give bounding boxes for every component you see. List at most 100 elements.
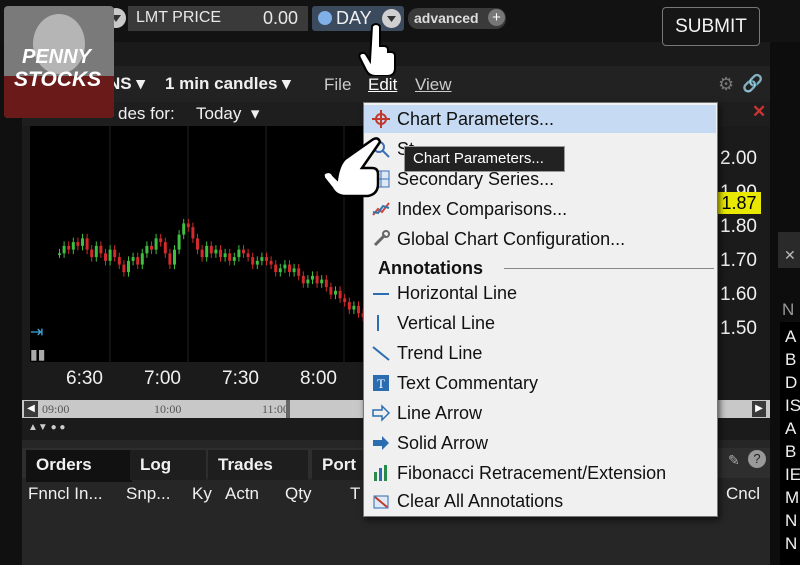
fibonacci-icon (372, 464, 390, 482)
column-header[interactable]: Cncl (726, 484, 760, 504)
column-header[interactable]: T (350, 484, 360, 504)
candle-body (94, 245, 98, 258)
panel-tools-icon[interactable]: ✎ (728, 452, 740, 469)
navigator-right-arrow[interactable]: ▶ (752, 401, 766, 417)
menu-item-chart-parameters[interactable]: Chart Parameters... (364, 105, 716, 133)
menu-item-label: Index Comparisons... (397, 199, 568, 219)
column-header[interactable]: Ky (192, 484, 212, 504)
candle-body (117, 257, 121, 265)
candle-body (343, 298, 347, 303)
advanced-button[interactable]: advanced + (408, 8, 506, 29)
advanced-label: advanced (414, 10, 479, 26)
menu-view[interactable]: View (415, 75, 452, 95)
menu-item-line-arrow[interactable]: Line Arrow (364, 399, 716, 427)
menu-item-solid-arrow[interactable]: Solid Arrow (364, 429, 716, 457)
candle-body (301, 275, 305, 284)
tab-label: Orders (36, 455, 92, 474)
menu-item-label: Text Commentary (397, 373, 539, 393)
menu-item-clear-all-annotations[interactable]: Clear All Annotations (364, 487, 716, 515)
candle-body (67, 245, 71, 250)
solid-arrow-icon (372, 434, 390, 452)
candle-body (154, 238, 158, 250)
candle-body (278, 268, 282, 273)
navigator-tick: 09:00 (42, 402, 70, 416)
column-header[interactable]: Actn (225, 484, 259, 504)
right-side-panel: ✕ N A B D IS A B IE M N N (770, 42, 800, 565)
tab-log[interactable]: Log (130, 450, 206, 480)
menu-item-text-commentary[interactable]: T Text Commentary (364, 369, 716, 397)
column-header[interactable]: Fnncl In... (28, 484, 103, 504)
column-header[interactable]: Qty (285, 484, 311, 504)
hand-cursor-large-icon (316, 132, 396, 213)
candle-body (283, 264, 287, 269)
menu-item-index-comparisons[interactable]: Index Comparisons... (364, 195, 716, 223)
menu-file[interactable]: File (324, 75, 351, 95)
candles-for-dropdown[interactable]: Today ▾ (196, 104, 259, 124)
candle-body (223, 253, 227, 258)
right-letter: B (785, 442, 797, 461)
tab-orders[interactable]: Orders (26, 450, 132, 482)
candle-body (62, 245, 66, 254)
crosshair-icon (372, 110, 390, 128)
candle-body (357, 305, 360, 314)
right-panel-close-icon[interactable]: ✕ (784, 247, 796, 264)
tab-label: Trades (218, 455, 273, 474)
interval-dropdown[interactable]: 1 min candles ▾ (165, 74, 291, 94)
right-letter: B (785, 350, 797, 369)
y-tick: 1.80 (720, 216, 757, 237)
candle-body (306, 279, 310, 284)
navigator-tick: 11:00 (262, 402, 289, 416)
interval-label: 1 min candles (165, 74, 278, 93)
menu-item-label: Vertical Line (397, 313, 496, 333)
candle-body (228, 253, 232, 261)
menu-item-fibonacci[interactable]: Fibonacci Retracement/Extension (364, 459, 716, 487)
submit-button[interactable]: SUBMIT (662, 7, 760, 46)
help-icon[interactable]: ? (748, 450, 766, 468)
zoom-controls[interactable]: ▲▼ ● ● (28, 422, 65, 433)
link-icon[interactable]: 🔗 (742, 74, 763, 94)
menu-item-label: Secondary Series... (397, 169, 555, 189)
navigator-handle[interactable] (286, 400, 290, 418)
candle-body (219, 249, 222, 258)
candle-body (292, 268, 296, 273)
candles-for-label: des for: (118, 104, 175, 123)
price-value[interactable]: 0.00 (263, 8, 298, 29)
candle-body (315, 275, 319, 284)
candle-body (108, 249, 112, 261)
candle-body (99, 245, 103, 254)
volume-tool-icon[interactable]: ▮▮ (30, 346, 45, 363)
candle-body (127, 260, 130, 273)
clear-annotations-icon (372, 492, 390, 510)
candle-body (324, 279, 328, 288)
candle-body (288, 264, 291, 273)
candle-body (113, 249, 117, 258)
candle-body (205, 245, 209, 258)
candle-body (242, 249, 245, 254)
tooltip-text: Chart Parameters... (413, 150, 544, 167)
x-tick: 7:00 (144, 368, 181, 389)
section-divider (504, 268, 714, 269)
last-price-badge: 1.87 (717, 192, 761, 214)
candle-body (311, 275, 314, 280)
settings-gear-icon[interactable]: ⚙ (718, 74, 734, 95)
text-icon: T (372, 374, 390, 392)
candle-body (232, 257, 236, 261)
right-letter: M (785, 488, 800, 507)
candle-body (274, 264, 278, 273)
navigator-left-arrow[interactable]: ◀ (24, 401, 38, 417)
candle-body (347, 302, 351, 310)
menu-item-trend-line[interactable]: Trend Line (364, 339, 716, 367)
candle-body (246, 253, 250, 258)
order-type-field[interactable]: LMT PRICE 0.00 (128, 6, 308, 31)
candle-body (81, 238, 84, 246)
column-header[interactable]: Snp... (126, 484, 170, 504)
close-chart-icon[interactable]: ✕ (752, 102, 766, 122)
section-header-label: Annotations (378, 258, 483, 278)
menu-item-vertical-line[interactable]: Vertical Line (364, 309, 716, 337)
menu-item-horizontal-line[interactable]: Horizontal Line (364, 279, 716, 307)
menu-item-global-chart-configuration[interactable]: Global Chart Configuration... (364, 225, 716, 253)
candle-body (131, 257, 135, 261)
crosshair-tool-icon[interactable]: ⇥ (30, 322, 43, 342)
y-tick: 1.50 (720, 318, 757, 339)
tab-trades[interactable]: Trades (208, 450, 308, 480)
